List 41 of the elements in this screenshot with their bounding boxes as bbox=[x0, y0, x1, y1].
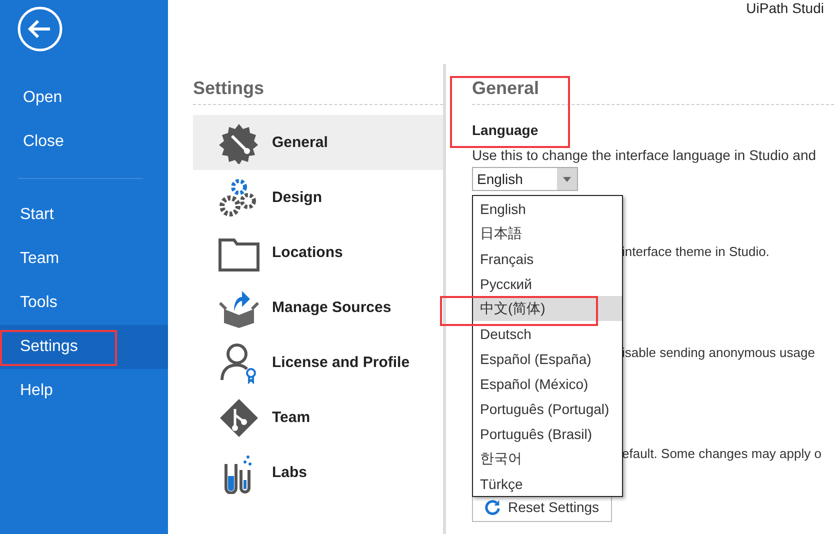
app-title: UiPath Studi bbox=[746, 0, 824, 16]
backstage-menu-item[interactable]: Tools bbox=[0, 281, 168, 325]
language-option[interactable]: Français bbox=[473, 246, 622, 271]
language-option[interactable]: 中文(简体) bbox=[473, 296, 622, 321]
nav-label: Design bbox=[272, 189, 322, 206]
backstage-menu-item[interactable]: Help bbox=[0, 369, 168, 413]
settings-nav-item[interactable]: License and Profile bbox=[193, 335, 443, 390]
settings-nav-item[interactable]: Manage Sources bbox=[193, 280, 443, 335]
nav-label: Locations bbox=[272, 244, 343, 261]
setting-description: isable sending anonymous usage bbox=[622, 345, 816, 360]
backstage-menu-item[interactable]: Open bbox=[0, 76, 168, 120]
settings-nav-item[interactable]: Locations bbox=[193, 225, 443, 280]
language-option[interactable]: 日本語 bbox=[473, 221, 622, 246]
backstage-menu-item[interactable]: Close bbox=[0, 120, 168, 164]
language-option[interactable]: English bbox=[473, 196, 622, 221]
language-option[interactable]: Español (México) bbox=[473, 371, 622, 396]
language-description: Use this to change the interface language in Studio and bbox=[472, 147, 818, 163]
language-option[interactable]: Português (Brasil) bbox=[473, 421, 622, 446]
language-option[interactable]: Deutsch bbox=[473, 321, 622, 346]
nav-label: License and Profile bbox=[272, 354, 410, 371]
language-option[interactable]: Русский bbox=[473, 271, 622, 296]
nav-label: Manage Sources bbox=[272, 299, 392, 316]
settings-nav-item[interactable]: Labs bbox=[193, 445, 443, 500]
setting-description: efault. Some changes may apply o bbox=[622, 446, 822, 461]
settings-nav-item[interactable]: Team bbox=[193, 390, 443, 445]
backstage-menu-item[interactable]: Team bbox=[0, 237, 168, 281]
backstage-menu-item[interactable]: Settings bbox=[0, 325, 168, 369]
setting-description: interface theme in Studio. bbox=[622, 244, 770, 259]
nav-label: General bbox=[272, 134, 328, 151]
settings-nav-item[interactable]: General bbox=[193, 115, 443, 170]
language-option[interactable]: Türkçe bbox=[473, 471, 622, 496]
language-option[interactable]: Português (Portugal) bbox=[473, 396, 622, 421]
language-option[interactable]: 한국어 bbox=[473, 446, 622, 471]
settings-nav-item[interactable]: Design bbox=[193, 170, 443, 225]
backstage-menu-item[interactable]: Start bbox=[0, 193, 168, 237]
language-dropdown[interactable]: English bbox=[472, 167, 578, 191]
section-heading: General bbox=[472, 64, 834, 105]
language-heading: Language bbox=[472, 122, 540, 138]
nav-label: Labs bbox=[272, 464, 308, 481]
nav-label: Team bbox=[272, 409, 310, 426]
language-option[interactable]: Español (España) bbox=[473, 346, 622, 371]
